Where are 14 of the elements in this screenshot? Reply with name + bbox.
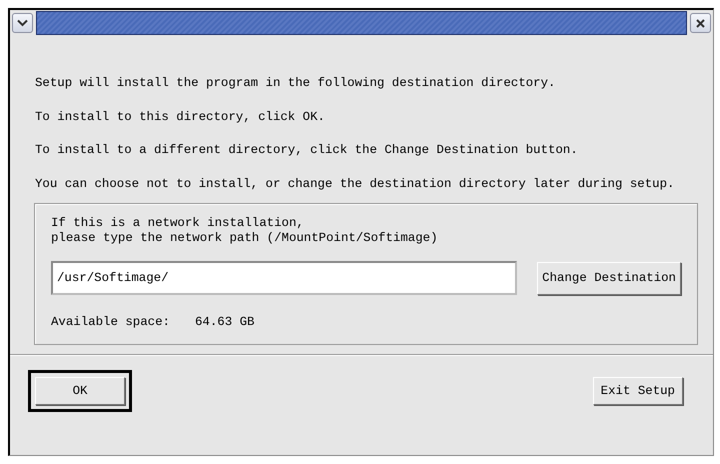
change-destination-button[interactable]: Change Destination bbox=[537, 262, 681, 295]
space-label: Available space: bbox=[51, 314, 170, 332]
menu-icon[interactable] bbox=[12, 13, 33, 33]
instruction-text: You can choose not to install, or change the destination directory later during setup. bbox=[35, 176, 676, 193]
ok-button[interactable]: OK bbox=[35, 377, 125, 406]
prompt-text: please type the network path (/MountPoint/Softimage) bbox=[51, 231, 439, 246]
prompt-text: If this is a network installation, bbox=[51, 216, 305, 232]
instruction-text: Setup will install the program in the following destination directory. bbox=[35, 75, 556, 92]
instruction-text: To install to a different directory, click the Change Destination button. bbox=[35, 142, 579, 160]
close-icon[interactable] bbox=[690, 13, 711, 33]
exit-setup-button[interactable]: Exit Setup bbox=[592, 377, 683, 406]
path-field[interactable]: /usr/Softimage/ bbox=[51, 261, 518, 296]
space-value: 64.63 GB bbox=[194, 314, 254, 332]
instruction-text: To install to this directory, click OK. bbox=[35, 108, 326, 126]
